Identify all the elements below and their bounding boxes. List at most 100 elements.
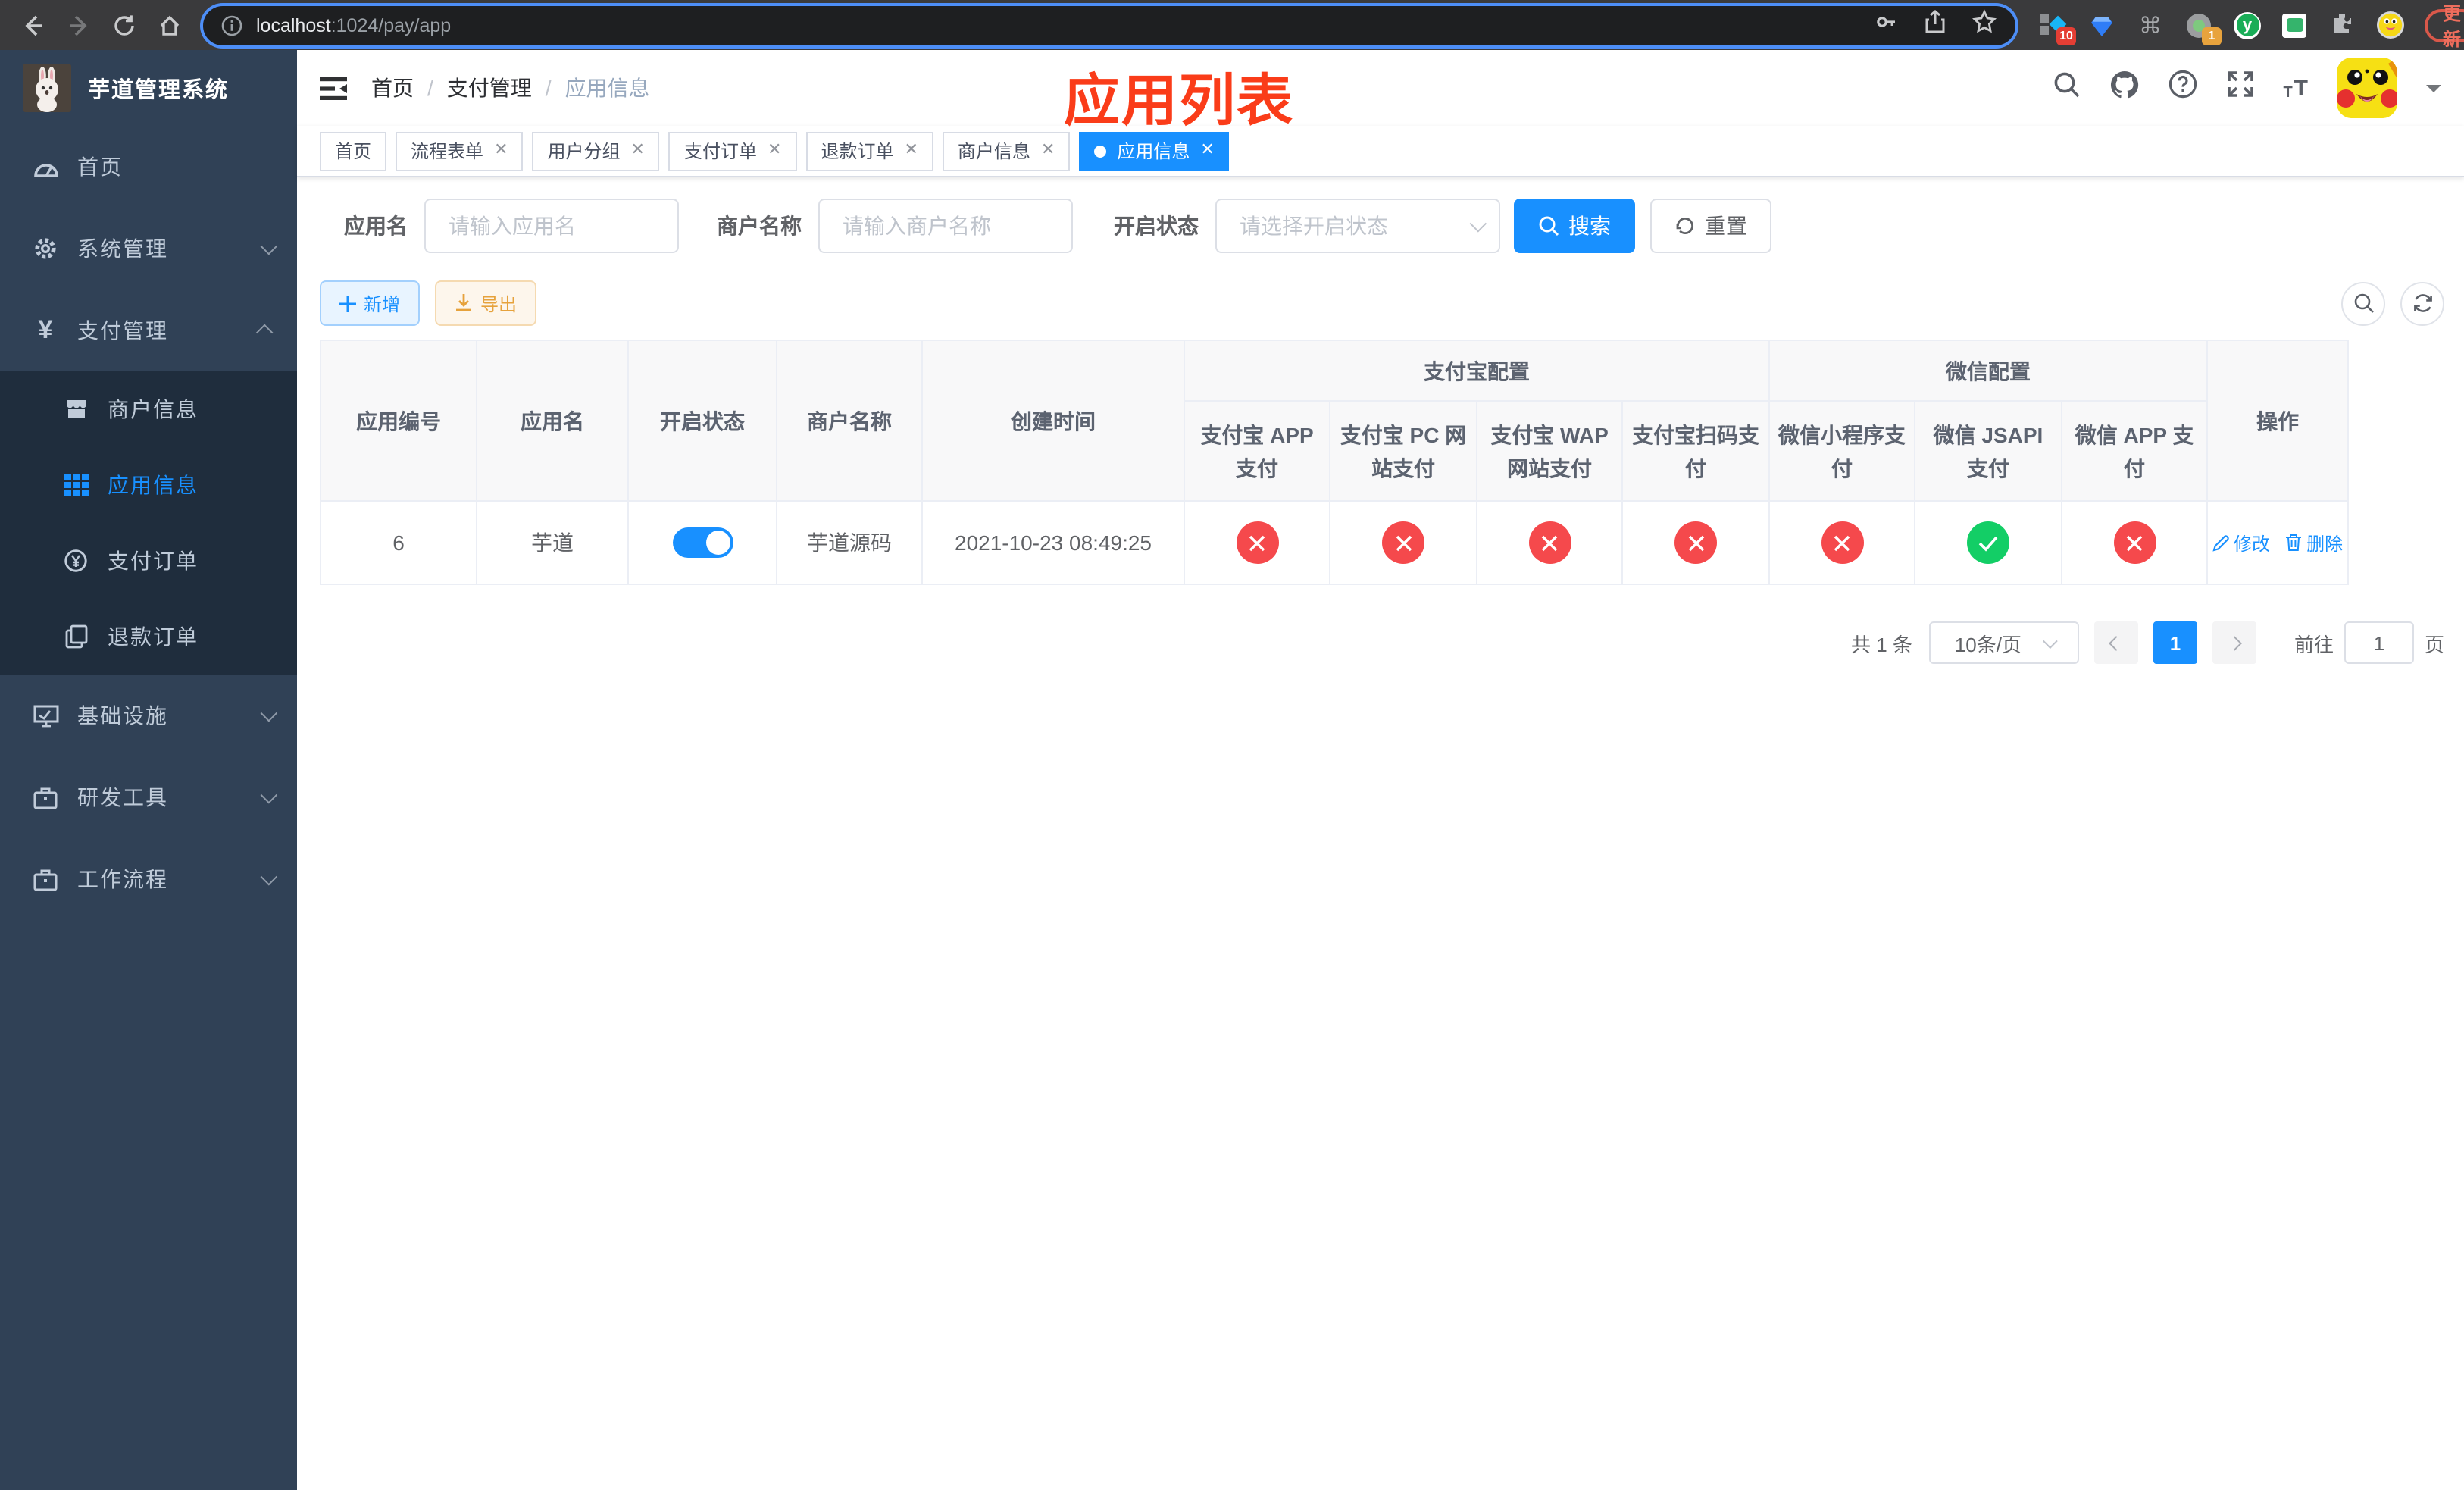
close-icon[interactable]: ✕ (494, 142, 508, 159)
reload-icon[interactable] (106, 7, 142, 43)
monitor-icon (29, 703, 62, 728)
edit-button[interactable]: 修改 (2212, 530, 2270, 556)
chevron-down-icon (260, 237, 278, 255)
breadcrumb-home[interactable]: 首页 (371, 73, 414, 103)
tab-label: 首页 (335, 141, 372, 162)
sidebar-item-home[interactable]: 首页 (0, 126, 297, 208)
payment-submenu: 商户信息 应用信息 支付订单 退款订单 (0, 371, 297, 675)
sidebar-item-workflow[interactable]: 工作流程 (0, 838, 297, 920)
sidebar-item-pay-order[interactable]: 支付订单 (0, 523, 297, 599)
tab-merchant-info[interactable]: 商户信息 ✕ (942, 131, 1071, 171)
next-page-button[interactable] (2212, 621, 2256, 664)
sidebar-item-label: 工作流程 (77, 867, 168, 891)
sidebar-item-refund-order[interactable]: 退款订单 (0, 599, 297, 675)
sidebar-item-system[interactable]: 系统管理 (0, 208, 297, 290)
browser-update-button[interactable]: 更新 (2425, 2, 2464, 49)
sidebar-item-payment[interactable]: ¥ 支付管理 (0, 290, 297, 371)
sidebar-item-app-info[interactable]: 应用信息 (0, 447, 297, 523)
tab-refund-order[interactable]: 退款订单 ✕ (805, 131, 933, 171)
merchant-name-label: 商户名称 (717, 214, 802, 238)
breadcrumb: 首页 / 支付管理 / 应用信息 (371, 73, 650, 103)
sidebar-item-dev-tools[interactable]: 研发工具 (0, 756, 297, 838)
site-info-icon[interactable] (221, 14, 242, 36)
tab-pay-order[interactable]: 支付订单 ✕ (668, 131, 797, 171)
page-number-current[interactable]: 1 (2153, 621, 2197, 664)
font-size-icon[interactable]: TT (2283, 75, 2308, 101)
tampermonkey-extension-icon[interactable]: 10 (2040, 11, 2076, 45)
url-path: :1024/pay/app (330, 14, 452, 36)
sidebar-item-merchant-info[interactable]: 商户信息 (0, 371, 297, 447)
status-select-input[interactable] (1215, 199, 1500, 253)
close-icon[interactable]: ✕ (768, 142, 781, 159)
gem-extension-icon[interactable] (2088, 11, 2115, 39)
yudao-extension-icon[interactable]: y (2234, 11, 2261, 39)
tab-user-group[interactable]: 用户分组 ✕ (532, 131, 660, 171)
password-key-icon[interactable] (1873, 8, 1899, 42)
close-icon[interactable]: ✕ (1041, 142, 1055, 159)
command-extension-icon[interactable]: ⌘ (2137, 11, 2164, 39)
close-icon[interactable]: ✕ (1200, 142, 1214, 159)
extension-badge: 10 (2056, 27, 2076, 45)
search-icon[interactable] (2053, 70, 2080, 105)
url-bar[interactable]: localhost:1024/pay/app (203, 5, 2015, 45)
cell-app-id: 6 (320, 500, 477, 585)
tab-app-info[interactable]: 应用信息 ✕ (1079, 131, 1230, 171)
profile-avatar-icon[interactable] (2376, 11, 2403, 39)
status-label: 开启状态 (1114, 214, 1199, 238)
cell-created: 2021-10-23 08:49:25 (921, 500, 1185, 585)
close-icon[interactable]: ✕ (631, 142, 645, 159)
caret-down-icon[interactable] (2426, 84, 2441, 99)
col-alipay-pc: 支付宝 PC 网站支付 (1329, 400, 1477, 502)
fullscreen-icon[interactable] (2225, 70, 2254, 106)
search-button[interactable]: 搜索 (1514, 199, 1635, 253)
refresh-button[interactable] (2400, 281, 2444, 325)
breadcrumb-payment[interactable]: 支付管理 (447, 73, 532, 103)
switcher-extension-icon[interactable]: 1 (2185, 11, 2222, 45)
cell-alipay-pc (1329, 500, 1477, 585)
top-navbar: 首页 / 支付管理 / 应用信息 T T (297, 50, 2464, 126)
goto-page-input[interactable] (2344, 621, 2414, 664)
active-dot (1094, 145, 1107, 157)
tab-home[interactable]: 首页 (320, 131, 387, 171)
help-question-icon[interactable] (2168, 70, 2197, 106)
add-button[interactable]: 新增 (320, 280, 421, 326)
sidebar-item-label: 支付订单 (108, 549, 199, 573)
tab-process-form[interactable]: 流程表单 ✕ (396, 131, 524, 171)
reset-button-label: 重置 (1705, 214, 1747, 238)
sidebar-item-label: 研发工具 (77, 785, 168, 809)
breadcrumb-separator: / (545, 76, 552, 100)
share-icon[interactable] (1923, 8, 1947, 42)
page-size-select[interactable]: 10条/页 (1928, 621, 2079, 664)
app-name-input[interactable] (424, 199, 679, 253)
sidebar-item-label: 首页 (77, 155, 123, 179)
screen: localhost:1024/pay/app 10 ⌘ 1 y 更新 芋道管理系… (0, 0, 2464, 1490)
extensions-puzzle-icon[interactable] (2328, 11, 2355, 39)
reset-button[interactable]: 重置 (1650, 199, 1771, 253)
prev-page-button[interactable] (2093, 621, 2138, 664)
add-button-label: 新增 (364, 293, 401, 315)
channel-status-icon (1528, 521, 1571, 564)
bookmark-star-icon[interactable] (1972, 8, 1997, 42)
toggle-search-button[interactable] (2341, 281, 2385, 325)
annotation-app-list: 应用列表 (1064, 70, 1294, 132)
dashboard-icon (29, 155, 62, 178)
sidebar-item-label: 商户信息 (108, 397, 199, 421)
close-icon[interactable]: ✕ (904, 142, 918, 159)
chat-extension-icon[interactable] (2282, 13, 2306, 37)
sidebar-collapse-icon[interactable] (320, 75, 347, 101)
status-select[interactable] (1215, 199, 1500, 253)
user-avatar[interactable] (2337, 58, 2397, 118)
extension-badge: 1 (2202, 27, 2222, 45)
merchant-name-input[interactable] (818, 199, 1073, 253)
delete-button[interactable]: 删除 (2285, 530, 2343, 556)
github-icon[interactable] (2109, 69, 2139, 107)
export-button[interactable]: 导出 (435, 280, 537, 326)
sidebar-item-infrastructure[interactable]: 基础设施 (0, 675, 297, 756)
home-icon[interactable] (152, 7, 188, 43)
channel-status-icon (1382, 521, 1424, 564)
back-icon[interactable] (15, 7, 52, 43)
col-wechat-app: 微信 APP 支付 (2060, 400, 2209, 502)
status-switch[interactable] (672, 527, 733, 558)
edit-label: 修改 (2234, 533, 2271, 554)
app-logo-row[interactable]: 芋道管理系统 (0, 50, 297, 126)
